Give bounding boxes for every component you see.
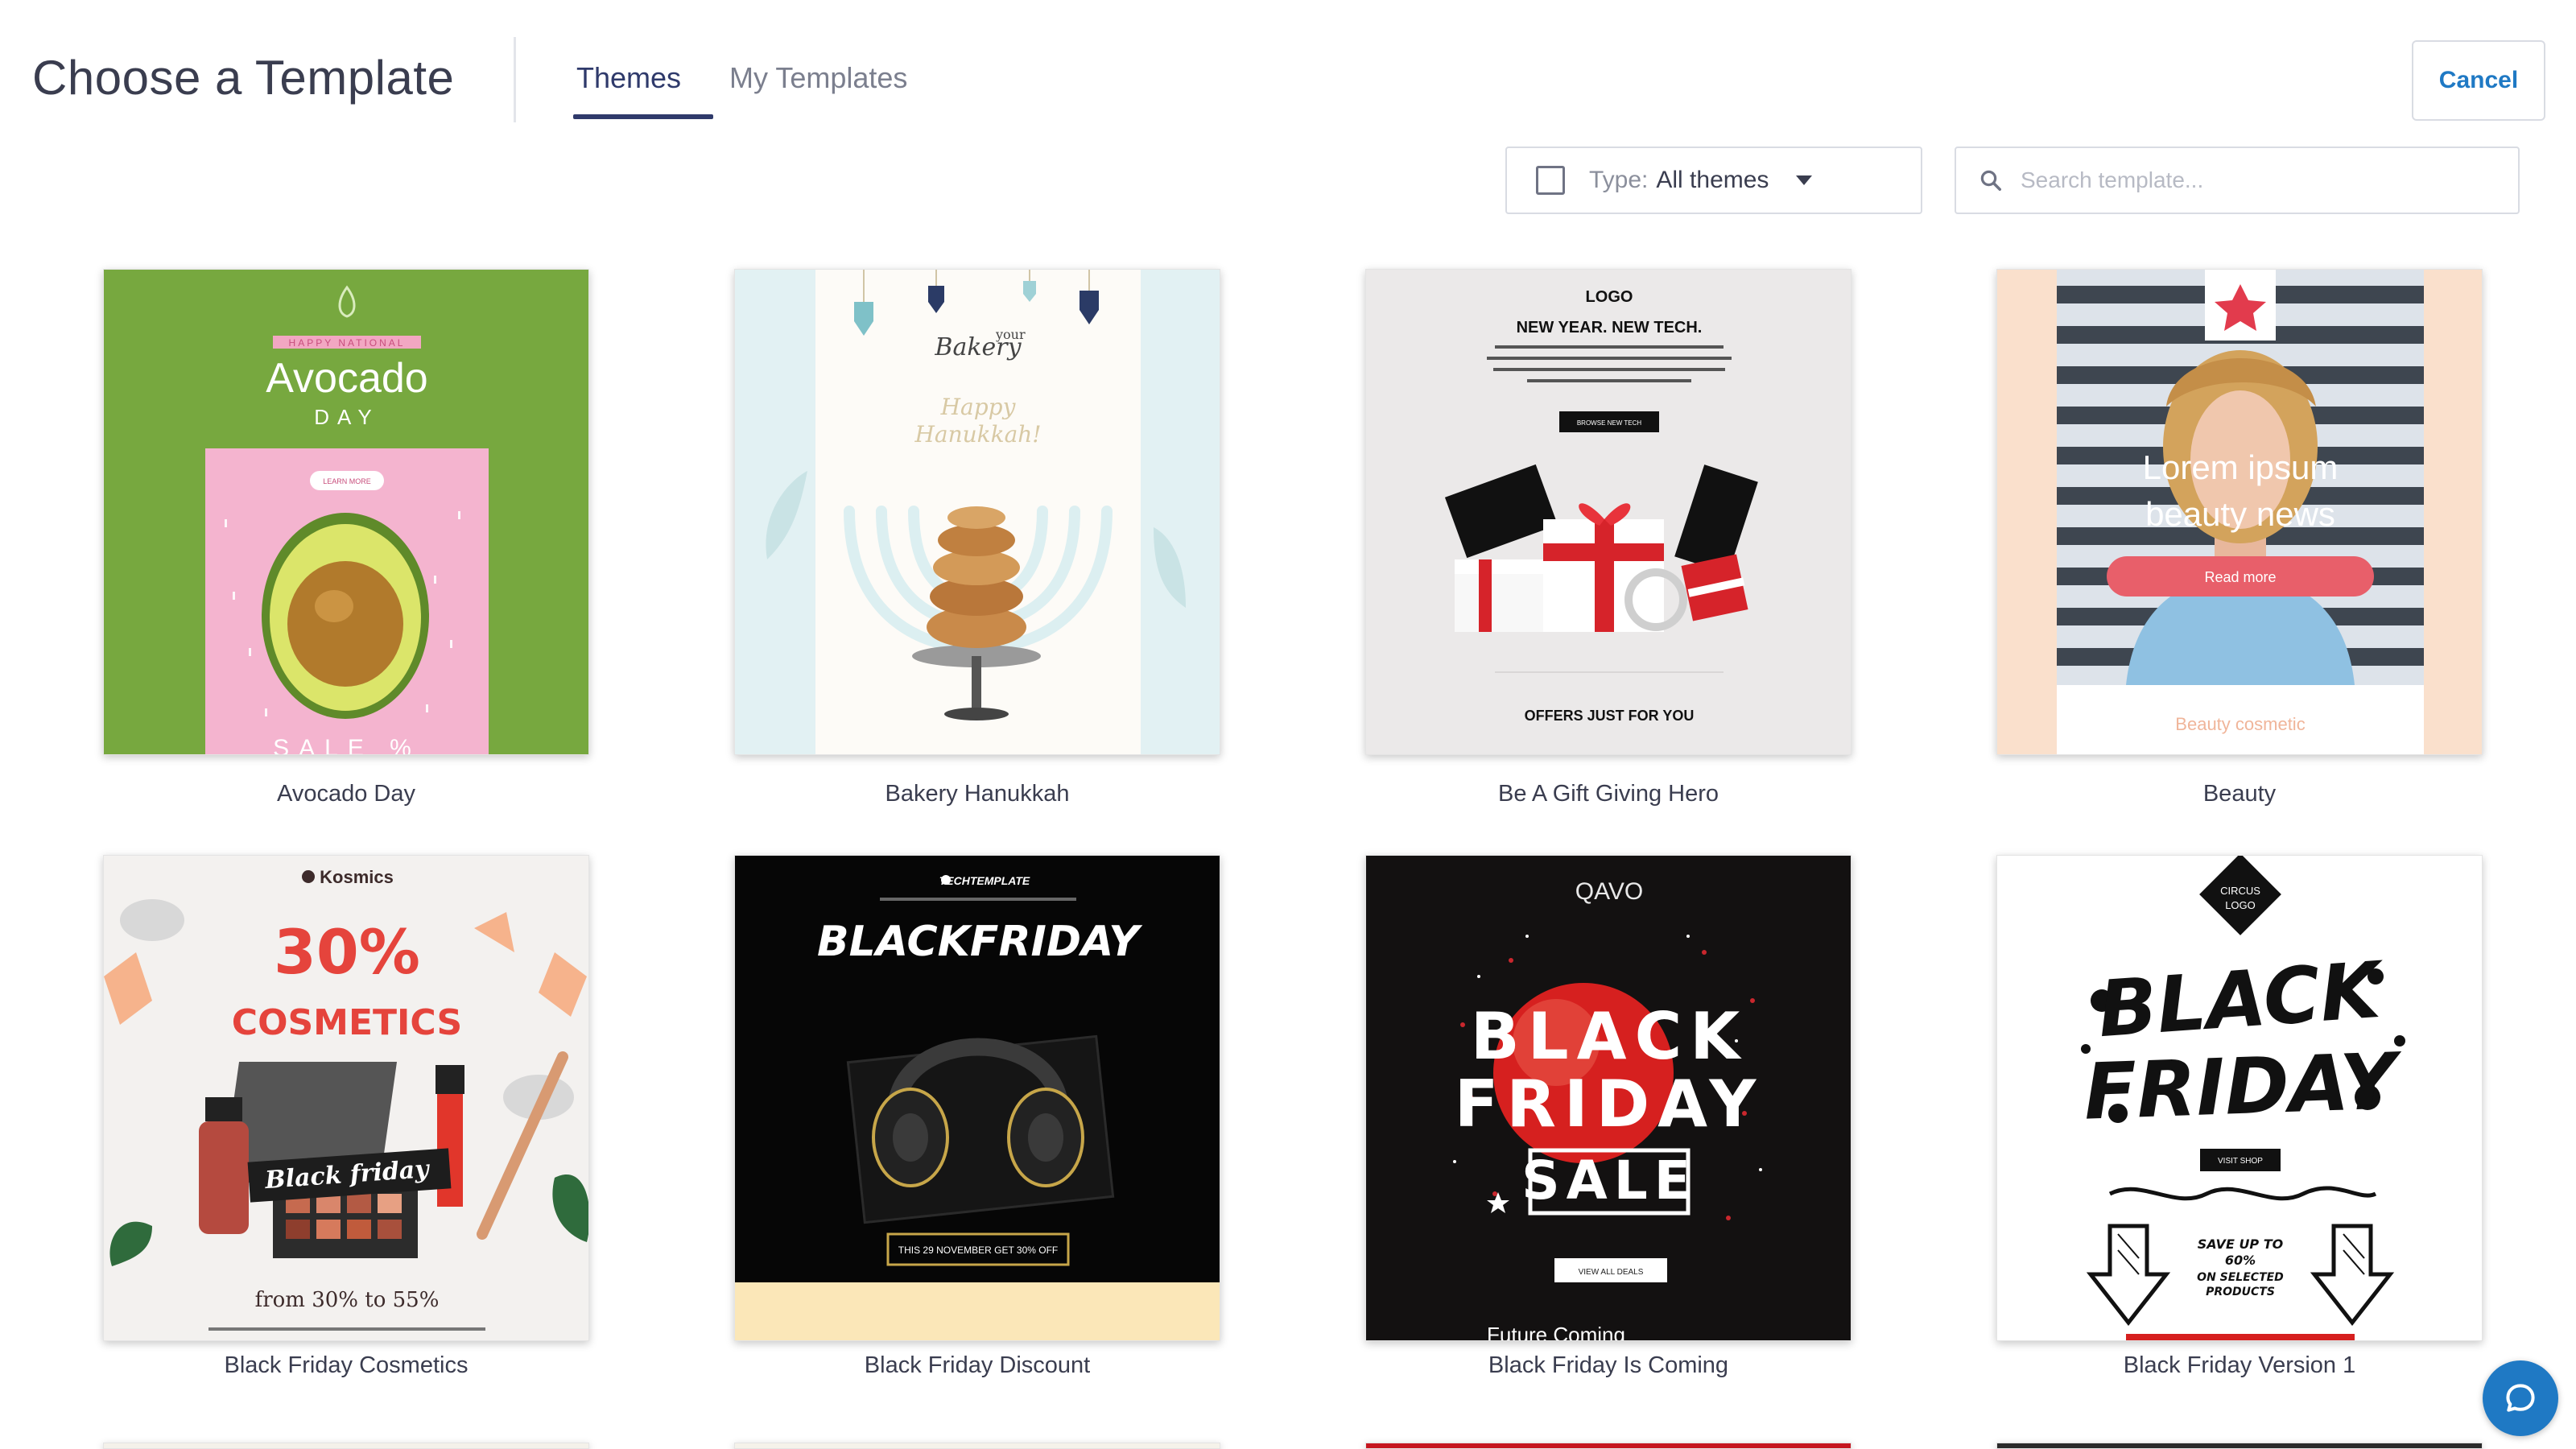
v1-percent-text: 60%	[2225, 1253, 2256, 1268]
beauty-footer-text: Beauty cosmetic	[2175, 714, 2305, 734]
template-card-partial[interactable]	[1365, 1443, 1852, 1449]
template-card-partial[interactable]	[1996, 1443, 2483, 1449]
gift-logo-text: LOGO	[1586, 288, 1633, 306]
template-name: Beauty	[2202, 781, 2277, 807]
gift-giving-hero-thumbnail: LOGO NEW YEAR. NEW TECH. BROWSE NEW TECH…	[1444, 288, 1758, 724]
gift-cta-text: BROWSE NEW TECH	[1577, 419, 1642, 427]
template-name: Black Friday Cosmetics	[224, 1352, 469, 1378]
black-friday-cosmetics-thumbnail: Kosmics 30% COSMETICS Black friday from …	[104, 867, 588, 1331]
template-card-black-friday-discount[interactable]: TECHTEMPLATE BLACKFRIDAY THIS 29 NOVEMBE…	[734, 855, 1220, 1341]
bakery-logo-text: Bakery	[934, 333, 1022, 361]
template-name: Bakery Hanukkah	[885, 781, 1070, 807]
avocado-subtitle-text: DAY	[314, 405, 380, 429]
search-icon	[1980, 170, 2001, 191]
bakery-happy-text: Happy	[940, 394, 1017, 420]
search-box[interactable]	[1955, 147, 2520, 214]
template-card-black-friday-cosmetics[interactable]: Kosmics 30% COSMETICS Black friday from …	[103, 855, 589, 1341]
type-filter-value: All themes	[1656, 167, 1769, 193]
tab-themes[interactable]: Themes	[576, 61, 681, 95]
discount-offer-text: THIS 29 NOVEMBER GET 30% OFF	[898, 1245, 1059, 1256]
type-filter-checkbox[interactable]	[1536, 166, 1565, 195]
template-card-black-friday-is-coming[interactable]: QAVO BLACK FRIDAY SALE VIEW ALL DEALS Fu…	[1365, 855, 1852, 1341]
avocado-learn-more-text: LEARN MORE	[323, 477, 371, 485]
gift-offers-text: OFFERS JUST FOR YOU	[1525, 708, 1695, 724]
black-friday-is-coming-thumbnail: QAVO BLACK FRIDAY SALE VIEW ALL DEALS Fu…	[1453, 878, 1765, 1341]
discount-brand-text: TECHTEMPLATE	[939, 874, 1030, 887]
template-name: Be A Gift Giving Hero	[1497, 781, 1719, 807]
v1-cta-text: VISIT SHOP	[2218, 1157, 2263, 1166]
gift-headline-text: NEW YEAR. NEW TECH.	[1517, 319, 1703, 336]
beauty-headline-1: Lorem ipsum	[2143, 448, 2339, 486]
template-name: Avocado Day	[277, 781, 415, 807]
chat-bubble-icon	[2506, 1384, 2535, 1412]
beauty-thumbnail: Lorem ipsum beauty news Read more Beauty…	[2057, 270, 2424, 754]
template-card-gift-giving-hero[interactable]: LOGO NEW YEAR. NEW TECH. BROWSE NEW TECH…	[1365, 269, 1852, 755]
tab-my-templates[interactable]: My Templates	[729, 61, 907, 95]
avocado-title-text: Avocado	[266, 355, 427, 402]
avocado-sale-text: SALE %	[273, 735, 421, 755]
header-divider	[514, 37, 516, 122]
v1-friday-text: FRIDAY	[2083, 1036, 2405, 1137]
coming-brand-text: QAVO	[1575, 878, 1643, 905]
cosmetics-discount-text: from 30% to 55%	[255, 1288, 440, 1312]
template-card-bakery-hanukkah[interactable]: your Bakery Happy Hanukkah!	[734, 269, 1220, 755]
v1-products-text: PRODUCTS	[2206, 1286, 2275, 1298]
page-title: Choose a Template	[32, 51, 455, 105]
template-card-partial[interactable]	[734, 1443, 1220, 1449]
active-tab-indicator	[573, 114, 713, 119]
coming-cta-text: VIEW ALL DEALS	[1579, 1268, 1644, 1277]
bakery-hanukkah-text: Hanukkah!	[914, 421, 1041, 448]
template-card-partial[interactable]	[103, 1443, 589, 1449]
template-card-beauty[interactable]: Lorem ipsum beauty news Read more Beauty…	[1996, 269, 2483, 755]
cosmetics-title-text: COSMETICS	[232, 1002, 462, 1043]
v1-logo-text-2: LOGO	[2225, 899, 2256, 911]
template-name: Black Friday Discount	[864, 1352, 1091, 1378]
type-filter-label: Type:	[1589, 167, 1649, 193]
template-name: Black Friday Is Coming	[1488, 1352, 1729, 1378]
v1-selected-text: ON SELECTED	[2197, 1271, 2284, 1284]
template-name: Black Friday Version 1	[2123, 1352, 2356, 1378]
cosmetics-brand-text: Kosmics	[320, 867, 394, 887]
avocado-day-thumbnail: HAPPY NATIONAL Avocado DAY LEARN MORE SA…	[205, 285, 489, 755]
coming-friday-text: FRIDAY	[1455, 1067, 1765, 1141]
cancel-button[interactable]: Cancel	[2412, 40, 2545, 121]
v1-save-text: SAVE UP TO	[2198, 1236, 2284, 1252]
coming-black-text: BLACK	[1471, 999, 1748, 1074]
template-card-avocado-day[interactable]: HAPPY NATIONAL Avocado DAY LEARN MORE SA…	[103, 269, 589, 755]
type-filter-dropdown[interactable]: Type: All themes	[1505, 147, 1922, 214]
search-input[interactable]	[2021, 167, 2504, 193]
template-card-black-friday-version-1[interactable]: CIRCUS LOGO BLACK FRIDAY VISIT SHOP SAVE…	[1996, 855, 2483, 1341]
coming-sale-text: SALE	[1521, 1150, 1697, 1212]
discount-title-text: BLACKFRIDAY	[817, 918, 1143, 966]
chevron-down-icon	[1796, 175, 1813, 185]
chat-button[interactable]	[2483, 1360, 2558, 1436]
v1-logo-text-1: CIRCUS	[2220, 885, 2260, 897]
cosmetics-percent-text: 30%	[274, 916, 420, 988]
avocado-badge-text: HAPPY NATIONAL	[289, 337, 406, 349]
black-friday-discount-thumbnail: TECHTEMPLATE BLACKFRIDAY THIS 29 NOVEMBE…	[735, 874, 1220, 1340]
beauty-read-more-text: Read more	[2204, 569, 2276, 585]
beauty-headline-2: beauty news	[2145, 495, 2335, 533]
coming-footer-text: Future Coming	[1487, 1323, 1625, 1341]
black-friday-version-1-thumbnail: CIRCUS LOGO BLACK FRIDAY VISIT SHOP SAVE…	[2081, 856, 2405, 1340]
bakery-hanukkah-thumbnail: your Bakery Happy Hanukkah!	[766, 270, 1186, 754]
